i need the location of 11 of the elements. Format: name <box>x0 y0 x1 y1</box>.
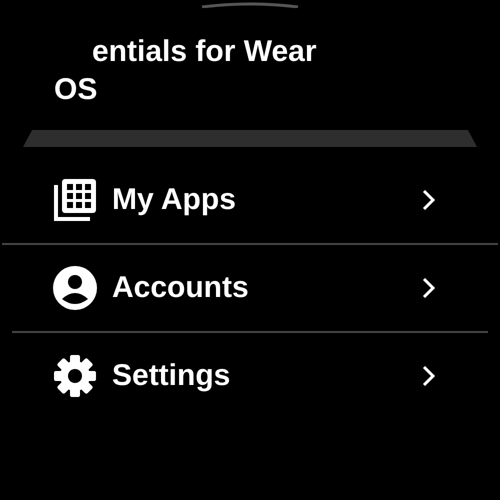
chevron-right-icon <box>422 277 436 299</box>
header-title: entials for Wear <box>92 34 317 70</box>
settings-icon <box>52 353 98 399</box>
chevron-right-icon <box>422 189 436 211</box>
grid-icon <box>52 177 98 223</box>
header-title: OS <box>54 72 98 108</box>
menu-item[interactable]: Accounts <box>0 253 500 323</box>
menu-item[interactable]: Settings <box>0 341 500 411</box>
account-icon <box>52 265 98 311</box>
menu-item[interactable]: My Apps <box>0 165 500 235</box>
chevron-right-icon <box>422 365 436 387</box>
